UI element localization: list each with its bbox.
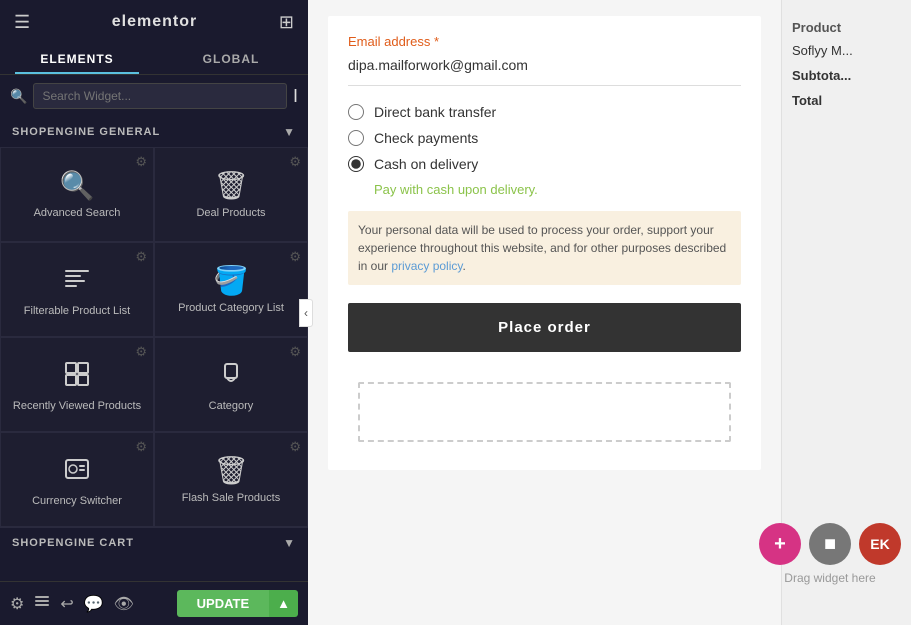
fab-ek-button[interactable]: EK xyxy=(859,523,901,565)
hamburger-icon[interactable]: ☰ xyxy=(14,12,30,33)
widget-icon-flash-sale: 🗑 xyxy=(213,457,249,485)
cursor-icon: I xyxy=(293,86,298,107)
panel-header: ☰ elementor ⊞ xyxy=(0,0,308,44)
main-content: Email address * dipa.mailforwork@gmail.c… xyxy=(308,0,781,625)
widget-currency-switcher[interactable]: ⚙ Currency Switcher xyxy=(0,432,154,527)
widget-label-category-list: Product Category List xyxy=(178,301,284,315)
widget-product-category-list[interactable]: ⚙ 🪣 Product Category List xyxy=(154,242,308,337)
right-panel: Email address * dipa.mailforwork@gmail.c… xyxy=(308,0,911,625)
settings-icon-recently-viewed[interactable]: ⚙ xyxy=(135,344,147,360)
drag-widget-area: + ■ EK Drag widget here xyxy=(759,523,901,585)
radio-cash-on-delivery[interactable] xyxy=(348,156,364,172)
tab-elements[interactable]: ELEMENTS xyxy=(0,44,154,74)
widget-icon-recently-viewed xyxy=(63,360,91,393)
privacy-note: Your personal data will be used to proce… xyxy=(348,211,741,285)
widget-label-category: Category xyxy=(209,399,254,413)
empty-dashed-area xyxy=(358,382,731,442)
panel-tabs: ELEMENTS GLOBAL xyxy=(0,44,308,75)
left-panel: ☰ elementor ⊞ ELEMENTS GLOBAL 🔍 I SHOPEN… xyxy=(0,0,308,625)
panel-toggle-button[interactable]: ‹ xyxy=(299,299,313,327)
checkout-form: Email address * dipa.mailforwork@gmail.c… xyxy=(328,16,761,470)
settings-icon-currency[interactable]: ⚙ xyxy=(135,439,147,455)
update-button-group: UPDATE ▲ xyxy=(177,590,298,617)
search-input[interactable] xyxy=(33,83,287,109)
widget-icon-filterable xyxy=(63,265,91,298)
product-col-label: Product xyxy=(782,10,911,39)
widget-icon-category-list: 🪣 xyxy=(214,267,249,295)
update-arrow-button[interactable]: ▲ xyxy=(269,590,298,617)
section-shopengine-cart[interactable]: SHOPENGINE CART ▼ xyxy=(0,527,308,558)
app-title: elementor xyxy=(112,13,197,31)
widget-deal-products[interactable]: ⚙ 🗑 Deal Products xyxy=(154,147,308,242)
widget-icon-advanced-search: 🔍 xyxy=(60,172,95,200)
widget-label-advanced-search: Advanced Search xyxy=(34,206,121,220)
payment-cash: Cash on delivery xyxy=(348,156,741,172)
settings-icon-filterable[interactable]: ⚙ xyxy=(135,249,147,265)
cart-section-label: SHOPENGINE CART xyxy=(12,537,134,549)
update-button[interactable]: UPDATE xyxy=(177,590,269,617)
product-summary-col: Product Soflyy M... Subtota... Total + ■… xyxy=(781,0,911,625)
layers-icon[interactable] xyxy=(34,593,50,614)
cart-chevron-icon: ▼ xyxy=(283,536,296,550)
section-shopengine-general[interactable]: SHOPENGINE GENERAL ▼ xyxy=(0,117,308,147)
eye-icon[interactable]: 👁 xyxy=(114,594,134,614)
settings-icon-category-list[interactable]: ⚙ xyxy=(289,249,301,265)
widget-recently-viewed[interactable]: ⚙ Recently Viewed Products xyxy=(0,337,154,432)
tab-global[interactable]: GLOBAL xyxy=(154,44,308,74)
drag-label: Drag widget here xyxy=(784,571,875,585)
label-direct-bank[interactable]: Direct bank transfer xyxy=(374,104,496,120)
widget-advanced-search[interactable]: ⚙ 🔍 Advanced Search xyxy=(0,147,154,242)
search-icon: 🔍 xyxy=(10,88,27,105)
radio-direct-bank[interactable] xyxy=(348,104,364,120)
settings-icon[interactable]: ⚙ xyxy=(135,154,147,170)
settings-toolbar-icon[interactable]: ⚙ xyxy=(10,594,24,614)
payment-check: Check payments xyxy=(348,130,741,146)
payment-direct-bank: Direct bank transfer xyxy=(348,104,741,120)
email-value: dipa.mailforwork@gmail.com xyxy=(348,57,741,86)
toolbar-icons: ⚙ ↩ 💬 👁 xyxy=(10,593,134,614)
settings-icon-deal[interactable]: ⚙ xyxy=(289,154,301,170)
widget-icon-deal-products: 🗑 xyxy=(213,172,249,200)
settings-icon-category[interactable]: ⚙ xyxy=(289,344,301,360)
cash-note: Pay with cash upon delivery. xyxy=(374,182,741,197)
widget-label-recently-viewed: Recently Viewed Products xyxy=(13,399,141,413)
fab-row: + ■ EK xyxy=(759,523,901,565)
label-check-payments[interactable]: Check payments xyxy=(374,130,478,146)
widget-category[interactable]: ⚙ Category xyxy=(154,337,308,432)
widget-flash-sale[interactable]: ⚙ 🗑 Flash Sale Products xyxy=(154,432,308,527)
label-cash-on-delivery[interactable]: Cash on delivery xyxy=(374,156,478,172)
widget-icon-currency xyxy=(63,455,91,488)
place-order-button[interactable]: Place order xyxy=(348,303,741,352)
fab-plus-button[interactable]: + xyxy=(759,523,801,565)
undo-icon[interactable]: ↩ xyxy=(60,594,73,614)
widget-label-currency: Currency Switcher xyxy=(32,494,122,508)
subtotal-label: Subtota... xyxy=(782,62,911,89)
widget-label-deal-products: Deal Products xyxy=(196,206,265,220)
widget-label-flash-sale: Flash Sale Products xyxy=(182,491,280,505)
total-label: Total xyxy=(782,89,911,112)
panel-search-bar: 🔍 I xyxy=(0,75,308,117)
settings-icon-flash-sale[interactable]: ⚙ xyxy=(289,439,301,455)
grid-icon[interactable]: ⊞ xyxy=(279,12,294,33)
privacy-policy-link[interactable]: privacy policy xyxy=(391,259,462,273)
radio-check-payments[interactable] xyxy=(348,130,364,146)
product-name: Soflyy M... xyxy=(782,39,911,62)
widget-label-filterable: Filterable Product List xyxy=(24,304,130,318)
email-label: Email address * xyxy=(348,34,741,49)
widget-icon-category xyxy=(217,360,245,393)
widget-filterable-product-list[interactable]: ⚙ Filterable Product List xyxy=(0,242,154,337)
panel-toolbar: ⚙ ↩ 💬 👁 UPDATE ▲ xyxy=(0,581,308,625)
widget-grid: ⚙ 🔍 Advanced Search ⚙ 🗑 Deal Products ⚙ … xyxy=(0,147,308,527)
chevron-down-icon: ▼ xyxy=(283,125,296,139)
fab-stop-button[interactable]: ■ xyxy=(809,523,851,565)
section-label: SHOPENGINE GENERAL xyxy=(12,126,160,138)
chat-icon[interactable]: 💬 xyxy=(84,594,104,614)
